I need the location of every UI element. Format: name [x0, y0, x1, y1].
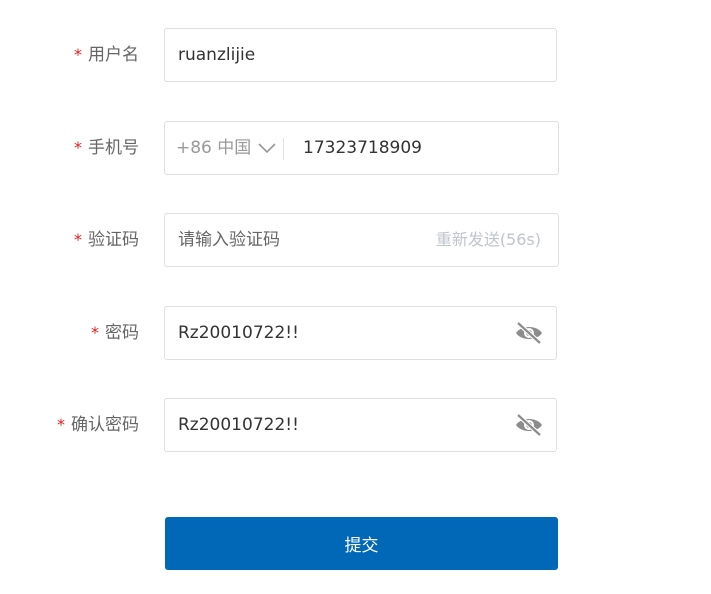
- username-field-box: [164, 28, 557, 82]
- eye-slash-icon[interactable]: [514, 320, 544, 346]
- country-code-value: +86 中国: [176, 138, 252, 158]
- submit-button[interactable]: 提交: [165, 517, 558, 570]
- phone-label-text: 手机号: [88, 138, 139, 158]
- password-row: * 密码: [0, 306, 711, 360]
- confirm-password-label-text: 确认密码: [71, 415, 139, 435]
- confirm-password-field-box: [164, 398, 557, 452]
- code-label-text: 验证码: [88, 230, 139, 250]
- confirm-password-label: * 确认密码: [57, 398, 139, 452]
- phone-input[interactable]: [303, 122, 543, 174]
- password-label-text: 密码: [105, 323, 139, 343]
- resend-code-button[interactable]: 重新发送(56s): [436, 214, 541, 266]
- required-mark: *: [57, 415, 65, 434]
- phone-field-box: +86 中国: [164, 121, 559, 175]
- required-mark: *: [74, 138, 82, 157]
- phone-divider: [283, 138, 284, 160]
- confirm-password-row: * 确认密码: [0, 398, 711, 452]
- code-input[interactable]: [178, 214, 408, 266]
- code-field-box: 重新发送(56s): [164, 213, 559, 267]
- username-label: * 用户名: [74, 28, 139, 82]
- register-form: * 用户名 * 手机号 +86 中国 * 验证码 重新发送(56s): [0, 0, 711, 594]
- username-label-text: 用户名: [88, 45, 139, 65]
- username-input[interactable]: [178, 29, 543, 81]
- phone-row: * 手机号 +86 中国: [0, 121, 711, 175]
- country-code-select[interactable]: +86 中国: [176, 122, 277, 174]
- password-field-box: [164, 306, 557, 360]
- password-input[interactable]: [178, 307, 498, 359]
- code-label: * 验证码: [74, 213, 139, 267]
- eye-slash-icon[interactable]: [514, 412, 544, 438]
- password-label: * 密码: [91, 306, 139, 360]
- required-mark: *: [74, 230, 82, 249]
- phone-label: * 手机号: [74, 121, 139, 175]
- required-mark: *: [74, 45, 82, 64]
- chevron-down-icon: [258, 143, 276, 154]
- required-mark: *: [91, 323, 99, 342]
- username-row: * 用户名: [0, 28, 711, 82]
- confirm-password-input[interactable]: [178, 399, 498, 451]
- code-row: * 验证码 重新发送(56s): [0, 213, 711, 267]
